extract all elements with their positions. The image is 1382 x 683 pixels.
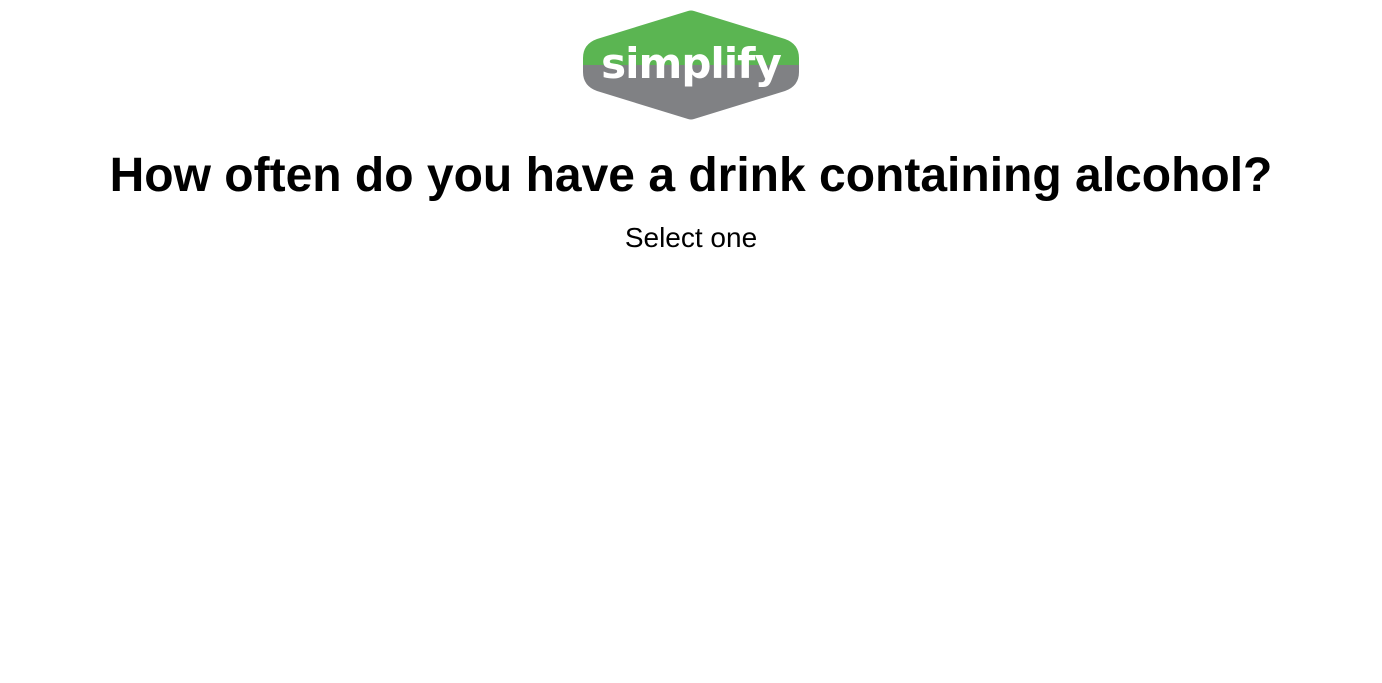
logo-wordmark: simplify bbox=[601, 39, 781, 88]
selection-instruction: Select one bbox=[624, 222, 758, 253]
simplify-logo: simplify bbox=[583, 10, 799, 120]
question-title: How often do you have a drink containing… bbox=[109, 149, 1273, 202]
logo-badge-shape: simplify bbox=[583, 10, 799, 120]
